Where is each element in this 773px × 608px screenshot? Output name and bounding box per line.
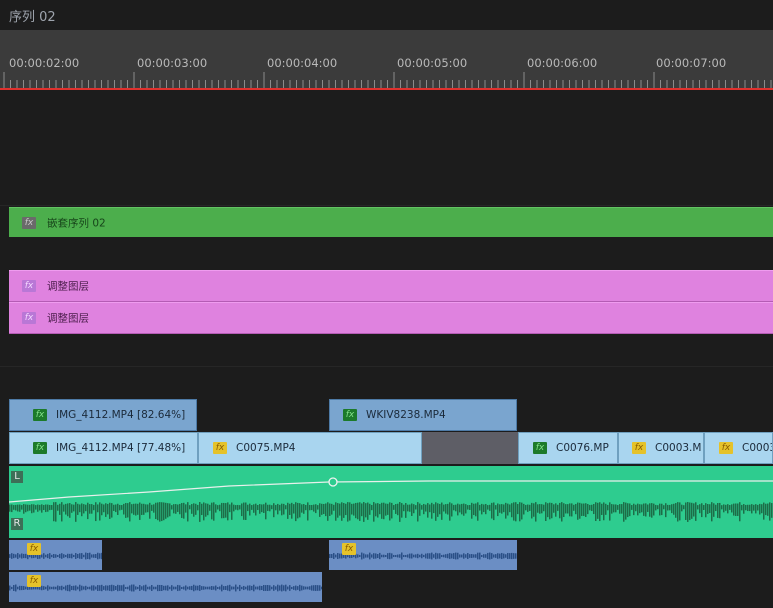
fx-icon[interactable]: fx [533, 442, 547, 454]
adjustment-layer-clip[interactable]: fx 调整图层 [9, 270, 773, 302]
clip-label: 调整图层 [47, 312, 89, 325]
fx-icon[interactable]: fx [33, 409, 47, 421]
clip-label: IMG_4112.MP4 [82.64%] [56, 409, 186, 421]
timecode-label: 00:00:04:00 [267, 56, 338, 70]
fx-icon[interactable]: fx [343, 409, 357, 421]
timecode-label: 00:00:02:00 [9, 56, 80, 70]
fx-icon[interactable]: fx [33, 442, 47, 454]
clip-label: C0003 [742, 442, 773, 454]
video-clip[interactable]: fx C0003.M [618, 432, 704, 464]
clip-label: WKIV8238.MP4 [366, 409, 446, 421]
video-clip[interactable]: fx IMG_4112.MP4 [77.48%] [9, 432, 198, 464]
timecode-label: 00:00:05:00 [397, 56, 468, 70]
video-clip[interactable]: fx C0076.MP [518, 432, 618, 464]
clip-label: C0075.MP4 [236, 442, 296, 454]
left-channel-label: L [11, 471, 23, 483]
audio-waveform [9, 552, 102, 560]
clip-label: C0003.M [655, 442, 702, 454]
fx-icon[interactable]: fx [632, 442, 646, 454]
fx-icon[interactable]: fx [22, 216, 36, 229]
fx-icon[interactable]: fx [22, 280, 36, 292]
video-clip[interactable]: fx C0003 [704, 432, 773, 464]
track-divider [0, 205, 773, 206]
audio-clip-stereo[interactable]: L R [9, 466, 773, 538]
fx-icon[interactable]: fx [27, 575, 41, 587]
right-channel-label: R [11, 518, 23, 530]
time-ruler[interactable]: 00:00:02:00 00:00:03:00 00:00:04:00 00:0… [0, 30, 773, 90]
audio-clip[interactable]: fx [9, 540, 102, 570]
clip-label: 调整图层 [47, 280, 89, 293]
timecode-label: 00:00:07:00 [656, 56, 727, 70]
nested-sequence-clip[interactable]: fx 嵌套序列 02 [9, 207, 773, 237]
video-clip[interactable]: fx IMG_4112.MP4 [82.64%] [9, 399, 197, 431]
audio-clip[interactable]: fx [9, 572, 322, 602]
fx-icon[interactable]: fx [213, 442, 227, 454]
timecode-label: 00:00:03:00 [137, 56, 208, 70]
audio-waveform [329, 552, 517, 560]
fx-icon[interactable]: fx [342, 543, 356, 555]
video-clip[interactable]: fx WKIV8238.MP4 [329, 399, 517, 431]
empty-gap [422, 432, 518, 464]
video-clip[interactable]: fx C0075.MP4 [198, 432, 422, 464]
fx-icon[interactable]: fx [22, 312, 36, 324]
track-divider [0, 366, 773, 367]
sequence-tab-title[interactable]: 序列 02 [9, 6, 56, 25]
fx-icon[interactable]: fx [719, 442, 733, 454]
audio-waveform [9, 584, 322, 592]
sequence-header: 序列 02 [0, 0, 773, 30]
clip-label: C0076.MP [556, 442, 609, 454]
fx-icon[interactable]: fx [27, 543, 41, 555]
clip-label: IMG_4112.MP4 [77.48%] [56, 442, 186, 454]
clip-label: 嵌套序列 02 [47, 217, 106, 229]
timecode-label: 00:00:06:00 [527, 56, 598, 70]
adjustment-layer-clip[interactable]: fx 调整图层 [9, 302, 773, 334]
audio-waveform [9, 477, 773, 522]
ruler-ticks [3, 72, 772, 88]
audio-clip[interactable]: fx [329, 540, 517, 570]
